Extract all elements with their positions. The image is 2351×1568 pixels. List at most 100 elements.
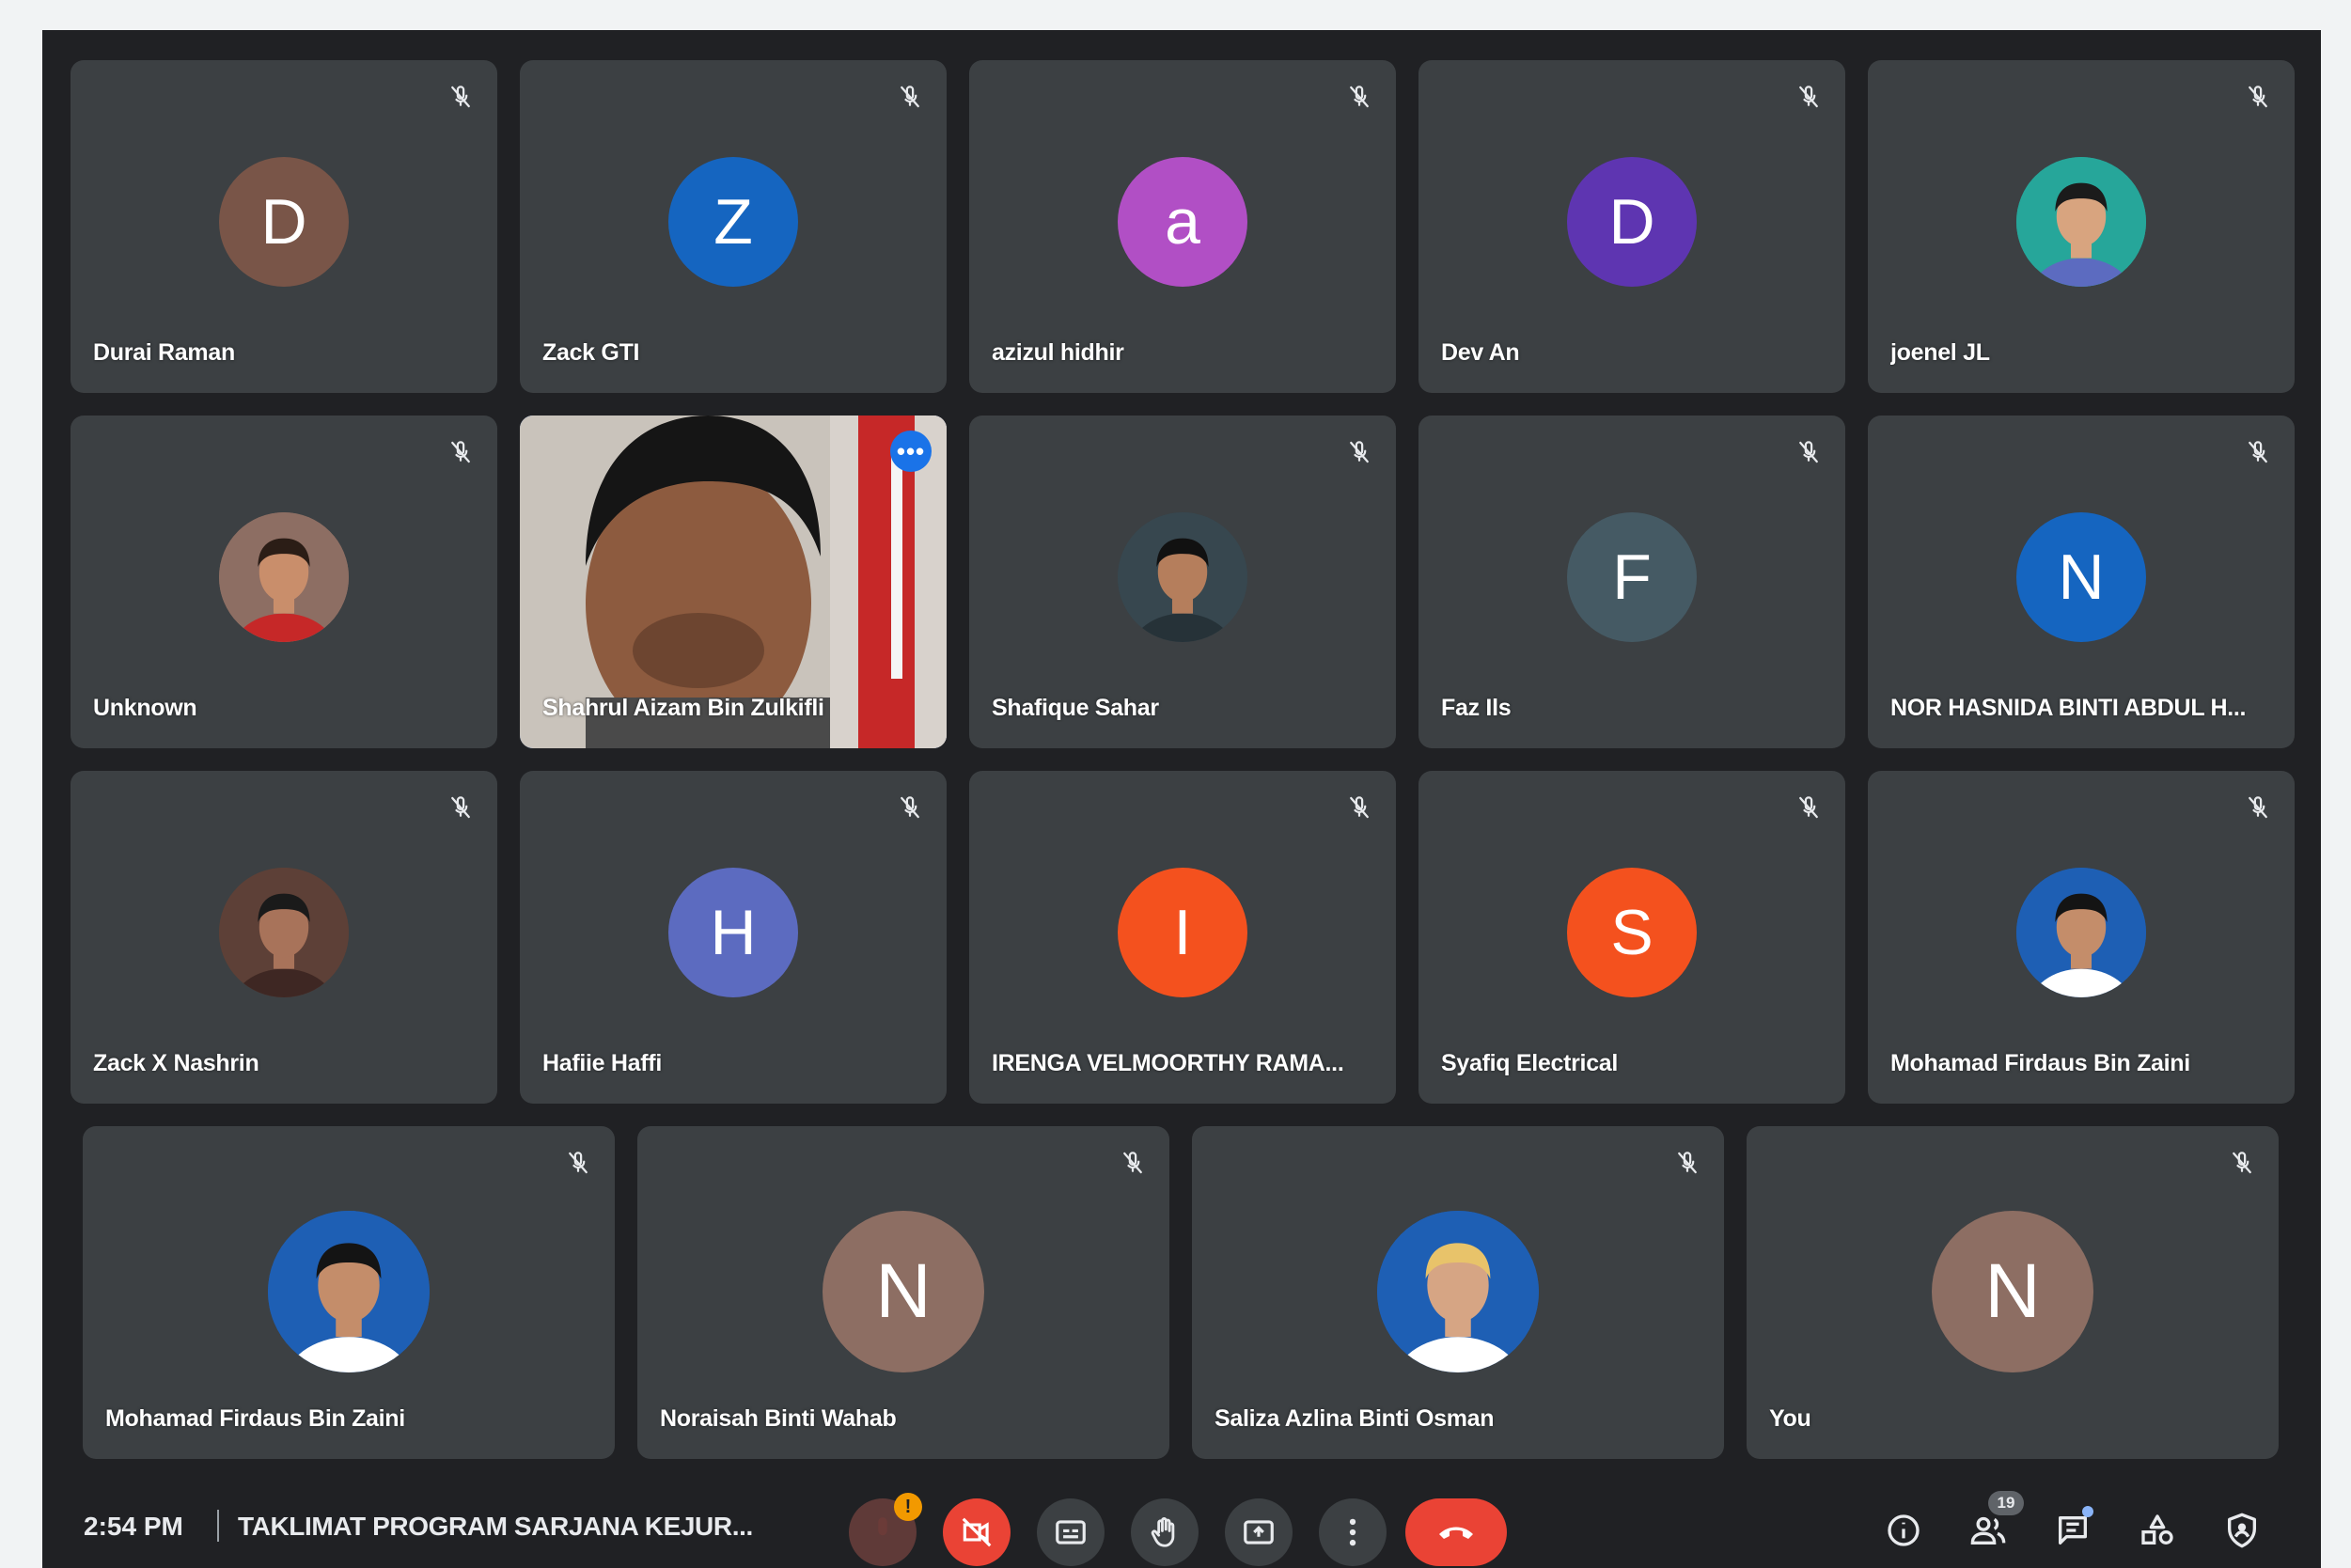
more-options-icon[interactable]: ••• [890, 431, 932, 472]
participant-name: NOR HASNIDA BINTI ABDUL H... [1890, 695, 2247, 721]
avatar: F [1567, 512, 1697, 642]
avatar-initial: N [875, 1248, 932, 1334]
chat-button[interactable] [2050, 1506, 2095, 1553]
mic-off-icon [2244, 83, 2272, 111]
avatar: N [2016, 512, 2146, 642]
mic-off-icon [1795, 83, 1823, 111]
participant-tile[interactable]: Saliza Azlina Binti Osman [1192, 1126, 1724, 1459]
avatar: I [1118, 868, 1247, 997]
participant-tile[interactable]: Zack X Nashrin [71, 771, 497, 1104]
participant-tile[interactable]: I IRENGA VELMOORTHY RAMA... [969, 771, 1396, 1104]
mic-off-icon [447, 438, 475, 466]
captions-icon [1053, 1514, 1089, 1550]
present-screen-icon [1241, 1514, 1277, 1550]
participant-tile[interactable]: a azizul hidhir [969, 60, 1396, 393]
participant-name: Noraisah Binti Wahab [660, 1405, 897, 1432]
participant-tile[interactable]: Mohamad Firdaus Bin Zaini [83, 1126, 615, 1459]
mic-off-icon [1795, 438, 1823, 466]
avatar-initial: S [1610, 897, 1654, 968]
participant-name: Faz Ils [1441, 695, 1512, 721]
mic-off-icon [865, 1514, 901, 1550]
participant-name: Shafique Sahar [992, 695, 1159, 721]
avatar: D [219, 157, 349, 287]
chat-icon [2054, 1512, 2092, 1549]
participant-name: joenel JL [1890, 339, 1990, 366]
participant-tile[interactable]: F Faz Ils [1418, 416, 1845, 748]
host-controls-button[interactable] [2219, 1508, 2265, 1553]
participant-tile[interactable]: Unknown [71, 416, 497, 748]
participant-tile[interactable]: S Syafiq Electrical [1418, 771, 1845, 1104]
participant-name: Mohamad Firdaus Bin Zaini [105, 1405, 405, 1432]
participant-name: Hafiie Haffi [542, 1050, 662, 1076]
raise-hand-button[interactable] [1131, 1498, 1199, 1566]
participant-name: Syafiq Electrical [1441, 1050, 1619, 1076]
mic-off-icon [896, 793, 924, 822]
mic-off-icon [1673, 1149, 1701, 1177]
mic-warning-badge: ! [894, 1493, 922, 1521]
participant-tile[interactable]: Z Zack GTI [520, 60, 947, 393]
avatar [268, 1211, 430, 1372]
end-call-button[interactable] [1405, 1498, 1507, 1566]
raise-hand-icon [1147, 1514, 1183, 1550]
end-call-icon [1434, 1508, 1479, 1558]
participant-name: You [1769, 1405, 1811, 1432]
participant-tile[interactable]: ••• Shahrul Aizam Bin Zulkifli [520, 416, 947, 748]
chat-unread-dot [2082, 1506, 2093, 1517]
activities-button[interactable] [2135, 1508, 2180, 1553]
participant-name: Unknown [93, 695, 197, 721]
avatar-initial: N [1984, 1248, 2041, 1334]
participant-tile[interactable]: Shafique Sahar [969, 416, 1396, 748]
mic-off-icon [896, 83, 924, 111]
bottom-control-bar: 2:54 PM TAKLIMAT PROGRAM SARJANA KEJUR..… [42, 1483, 2321, 1568]
participant-name: Shahrul Aizam Bin Zulkifli [542, 695, 824, 721]
camera-off-icon [959, 1514, 995, 1550]
participant-name: Zack X Nashrin [93, 1050, 259, 1076]
host-controls-icon [2223, 1512, 2261, 1549]
participant-tile[interactable]: Mohamad Firdaus Bin Zaini [1868, 771, 2295, 1104]
avatar [1118, 512, 1247, 642]
mic-off-icon [564, 1149, 592, 1177]
present-screen-button[interactable] [1225, 1498, 1293, 1566]
mic-off-icon [2228, 1149, 2256, 1177]
participant-tile[interactable]: N Noraisah Binti Wahab [637, 1126, 1169, 1459]
captions-button[interactable] [1037, 1498, 1105, 1566]
participant-tile[interactable]: joenel JL [1868, 60, 2295, 393]
camera-button[interactable] [943, 1498, 1011, 1566]
participant-tile[interactable]: D Dev An [1418, 60, 1845, 393]
people-button[interactable]: 19 [1966, 1491, 2024, 1553]
avatar-initial: a [1165, 186, 1200, 258]
avatar [219, 512, 349, 642]
participant-tile[interactable]: D Durai Raman [71, 60, 497, 393]
people-icon [1969, 1512, 2007, 1549]
mic-off-icon [1345, 438, 1373, 466]
people-count-badge: 19 [1988, 1491, 2024, 1515]
mic-off-icon [2244, 793, 2272, 822]
info-icon [1885, 1512, 1922, 1549]
mic-off-icon [1119, 1149, 1147, 1177]
participant-tile[interactable]: N NOR HASNIDA BINTI ABDUL H... [1868, 416, 2295, 748]
avatar-initial: H [710, 897, 757, 968]
avatar-initial: D [1608, 186, 1655, 258]
participant-name: Durai Raman [93, 339, 235, 366]
avatar [2016, 868, 2146, 997]
mic-off-icon [1795, 793, 1823, 822]
avatar-initial: I [1173, 897, 1192, 968]
meeting-details-button[interactable] [1881, 1508, 1926, 1553]
mic-off-icon [447, 793, 475, 822]
participant-tile[interactable]: H Hafiie Haffi [520, 771, 947, 1104]
participant-tile[interactable]: N You [1747, 1126, 2279, 1459]
meet-window: D Durai Raman Z Zack GTI a azizul hidhir D Dev … [42, 30, 2321, 1568]
avatar [1377, 1211, 1539, 1372]
mic-off-icon [447, 83, 475, 111]
avatar: Z [668, 157, 798, 287]
microphone-button[interactable]: ! [849, 1493, 922, 1566]
avatar-initial: N [2058, 541, 2105, 613]
divider [217, 1510, 219, 1542]
activities-icon [2139, 1512, 2176, 1549]
avatar: N [1932, 1211, 2093, 1372]
participant-name: azizul hidhir [992, 339, 1124, 366]
meeting-clock: 2:54 PM [84, 1512, 183, 1541]
avatar: D [1567, 157, 1697, 287]
more-options-button[interactable] [1319, 1498, 1387, 1566]
meeting-title[interactable]: TAKLIMAT PROGRAM SARJANA KEJUR... [238, 1512, 753, 1542]
